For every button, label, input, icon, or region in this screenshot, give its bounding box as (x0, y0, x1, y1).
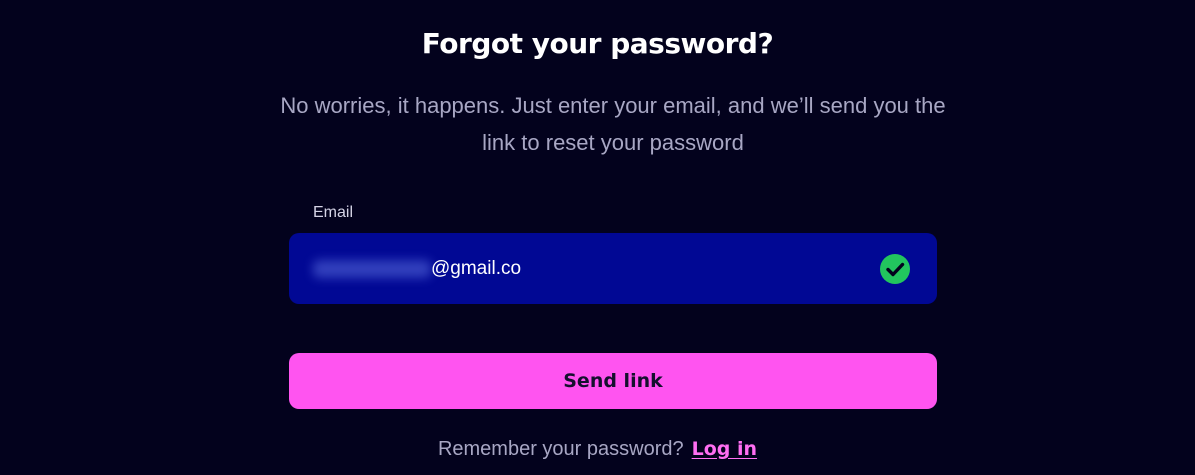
login-link[interactable]: Log in (692, 438, 757, 460)
email-label: Email (313, 204, 354, 221)
page-title: Forgot your password? (421, 27, 774, 60)
login-prompt: Remember your password? Log in (0, 434, 1195, 464)
remember-password-text: Remember your password? (437, 438, 684, 460)
send-link-button[interactable]: Send link (289, 353, 937, 409)
redacted-email-username (313, 260, 431, 278)
forgot-password-page: Forgot your password? No worries, it hap… (0, 0, 1195, 475)
email-field[interactable] (289, 233, 937, 304)
email-input[interactable] (431, 257, 851, 281)
page-subtitle: No worries, it happens. Just enter your … (280, 93, 946, 155)
check-circle-icon (880, 254, 910, 284)
